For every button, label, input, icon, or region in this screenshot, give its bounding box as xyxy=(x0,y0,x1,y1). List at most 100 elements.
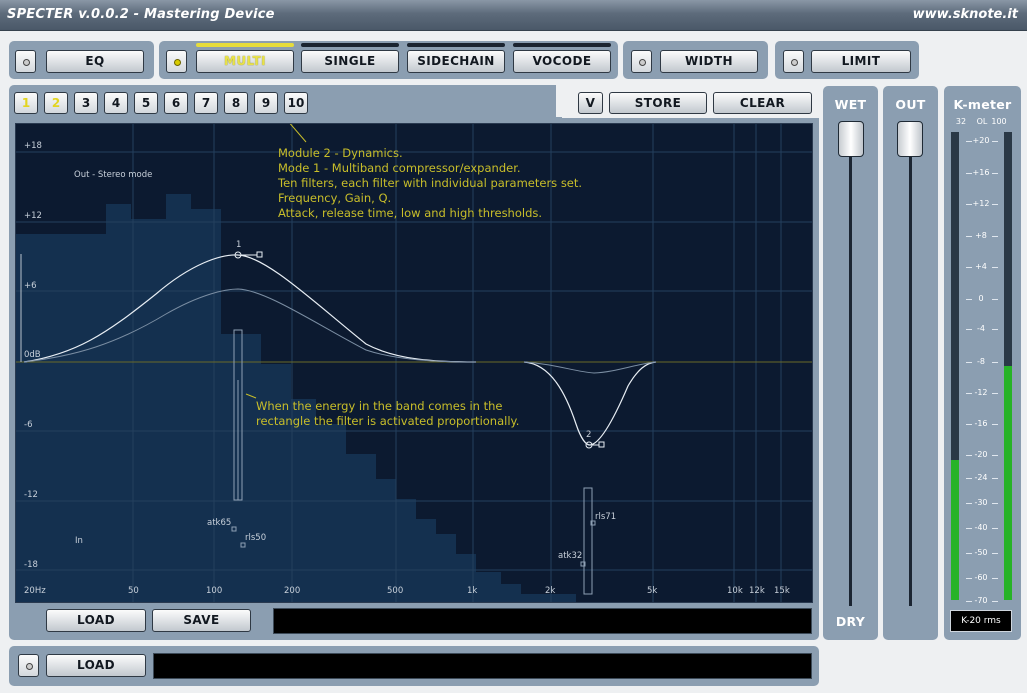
dynamics-description-note: Module 2 - Dynamics. Mode 1 - Multiband … xyxy=(278,146,583,220)
tab-vocode[interactable]: VOCODE xyxy=(513,50,611,73)
wet-dry-slider-track[interactable] xyxy=(849,136,852,606)
input-label: In xyxy=(75,536,83,546)
x-label-500: 500 xyxy=(387,586,404,596)
limit-power-led[interactable] xyxy=(783,50,804,73)
dry-label: DRY xyxy=(835,614,866,629)
bottom-power-led[interactable] xyxy=(18,654,39,677)
kmeter-tick xyxy=(992,141,998,142)
y-label-plus6: +6 xyxy=(24,281,37,291)
save-button[interactable]: SAVE xyxy=(152,609,251,632)
band2-release-label: rls71 xyxy=(595,512,617,522)
kmeter-tick xyxy=(966,424,972,425)
x-label-1k: 1k xyxy=(467,586,478,596)
filter-3-button[interactable]: 3 xyxy=(74,92,98,114)
filter-4-button[interactable]: 4 xyxy=(104,92,128,114)
filter-6-button[interactable]: 6 xyxy=(164,92,188,114)
wet-label: WET xyxy=(834,97,867,112)
kmeter-tick xyxy=(992,267,998,268)
x-label-2k: 2k xyxy=(545,586,556,596)
filter-10-button[interactable]: 10 xyxy=(284,92,308,114)
kmeter-tick xyxy=(992,424,998,425)
tab-multi[interactable]: MULTI xyxy=(196,50,294,73)
eq-panel: EQ xyxy=(9,41,154,79)
load-file-button[interactable]: LOAD xyxy=(46,654,146,677)
limit-panel: LIMIT xyxy=(775,41,919,79)
load-button[interactable]: LOAD xyxy=(46,609,146,632)
tab-single[interactable]: SINGLE xyxy=(301,50,399,73)
limit-button[interactable]: LIMIT xyxy=(811,50,911,73)
kmeter-tick xyxy=(992,236,998,237)
filter-8-button[interactable]: 8 xyxy=(224,92,248,114)
file-path-display[interactable] xyxy=(153,653,812,679)
filter-1-button[interactable]: 1 xyxy=(14,92,38,114)
y-label-plus18: +18 xyxy=(24,141,42,151)
kmeter-tick xyxy=(966,478,972,479)
kmeter-tick xyxy=(966,299,972,300)
kmeter-right-fill xyxy=(1004,366,1012,600)
kmeter-tick xyxy=(966,601,972,602)
store-button[interactable]: STORE xyxy=(609,92,707,114)
filter-9-button[interactable]: 9 xyxy=(254,92,278,114)
band2-q-handle[interactable] xyxy=(598,441,605,448)
output-slider-knob[interactable] xyxy=(897,121,923,157)
x-label-100: 100 xyxy=(206,586,223,596)
preset-v-button[interactable]: V xyxy=(578,92,603,114)
frequency-response-graph[interactable]: +18 +12 +6 0dB -6 -12 -18 20Hz 50 100 20… xyxy=(15,123,813,603)
y-label-minus6: -6 xyxy=(24,420,33,430)
website-link[interactable]: www.sknote.it xyxy=(913,7,1018,22)
kmeter-tick xyxy=(992,578,998,579)
eq-power-led[interactable] xyxy=(15,50,36,73)
kmeter-tick xyxy=(966,553,972,554)
vocode-indicator xyxy=(513,43,611,47)
output-slider-track[interactable] xyxy=(909,136,912,606)
kmeter-tick xyxy=(966,267,972,268)
multi-indicator xyxy=(196,43,294,47)
kmeter-mode-display[interactable]: K-20 rms xyxy=(950,610,1012,632)
kmeter-tick xyxy=(992,299,998,300)
kmeter-tick xyxy=(992,503,998,504)
y-label-0db: 0dB xyxy=(24,350,41,360)
band2-attack-label: atk32 xyxy=(558,551,583,561)
kmeter-sub-100: 100 xyxy=(991,117,1007,126)
kmeter-tick xyxy=(966,329,972,330)
stereo-mode-label: Out - Stereo mode xyxy=(74,170,153,180)
kmeter-tick xyxy=(966,393,972,394)
kmeter-panel: K-meter 32 OL 100 +20 +16 +12 +8 +4 0 -4 -8 -12-… xyxy=(944,86,1021,640)
dynamics-power-led[interactable] xyxy=(166,50,187,73)
kmeter-tick xyxy=(966,141,972,142)
x-label-50: 50 xyxy=(128,586,139,596)
kmeter-tick xyxy=(966,455,972,456)
eq-button[interactable]: EQ xyxy=(46,50,144,73)
title-bar: SPECTER v.0.0.2 - Mastering Device www.s… xyxy=(0,0,1027,31)
kmeter-tick xyxy=(992,204,998,205)
kmeter-tick xyxy=(992,329,998,330)
kmeter-label: K-meter xyxy=(953,97,1012,112)
filter-5-button[interactable]: 5 xyxy=(134,92,158,114)
kmeter-tick xyxy=(966,362,972,363)
kmeter-tick xyxy=(992,393,998,394)
band1-label: 1 xyxy=(236,240,242,250)
wet-dry-slider-knob[interactable] xyxy=(838,121,864,157)
dynamics-tabs-panel: MULTI SINGLE SIDECHAIN VOCODE xyxy=(159,41,618,79)
kmeter-tick xyxy=(992,173,998,174)
band1-q-handle[interactable] xyxy=(256,251,263,258)
kmeter-left-fill xyxy=(951,459,959,600)
width-button[interactable]: WIDTH xyxy=(660,50,758,73)
kmeter-left-channel xyxy=(951,132,959,600)
x-label-200: 200 xyxy=(284,586,301,596)
kmeter-tick xyxy=(966,528,972,529)
x-label-5k: 5k xyxy=(647,586,658,596)
preset-name-display[interactable] xyxy=(273,608,812,634)
filter-2-button[interactable]: 2 xyxy=(44,92,68,114)
single-indicator xyxy=(301,43,399,47)
filter-7-button[interactable]: 7 xyxy=(194,92,218,114)
kmeter-tick xyxy=(966,204,972,205)
threshold-description-note: When the energy in the band comes in the… xyxy=(256,399,520,428)
tab-sidechain[interactable]: SIDECHAIN xyxy=(407,50,505,73)
kmeter-tick xyxy=(992,528,998,529)
band2-threshold-rect[interactable] xyxy=(583,487,593,595)
clear-button[interactable]: CLEAR xyxy=(713,92,812,114)
y-label-minus12: -12 xyxy=(24,490,38,500)
kmeter-tick xyxy=(966,503,972,504)
width-power-led[interactable] xyxy=(631,50,652,73)
